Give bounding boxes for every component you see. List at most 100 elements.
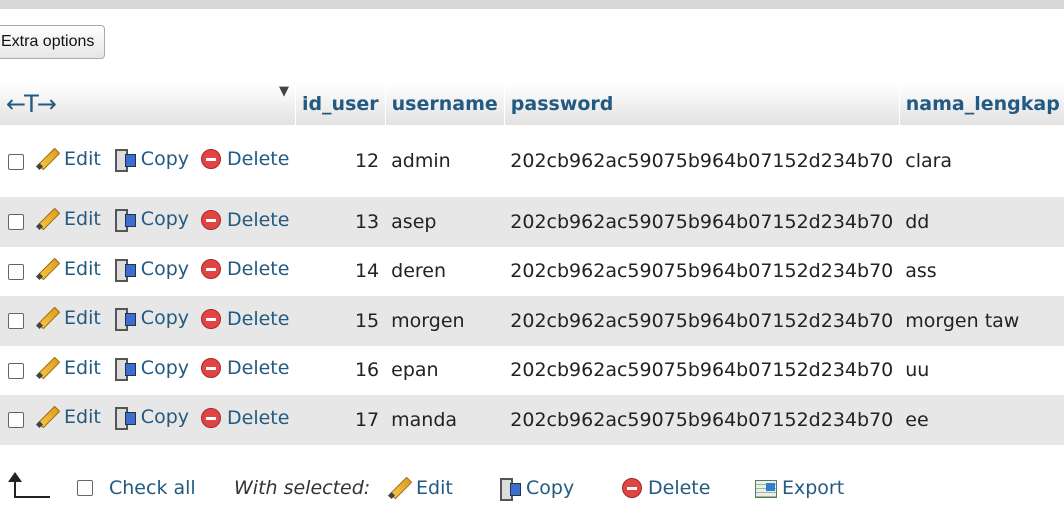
delete-cell: Delete [195, 246, 296, 296]
column-header-username[interactable]: username [385, 83, 505, 125]
bulk-export-button[interactable]: Export [754, 470, 844, 506]
row-checkbox-cell [0, 296, 30, 346]
table-header-row: ←T→ ▼ id_user username password nama_len… [0, 83, 1064, 125]
row-delete-button[interactable]: Delete [201, 308, 289, 330]
row-delete-label: Delete [227, 208, 290, 231]
cell-id-user: 13 [295, 197, 386, 247]
row-edit-button[interactable]: Edit [36, 406, 101, 428]
row-checkbox[interactable] [8, 362, 24, 379]
copy-icon [113, 357, 136, 381]
delete-cell: Delete [195, 395, 296, 445]
row-checkbox[interactable] [8, 263, 24, 280]
row-copy-button[interactable]: Copy [113, 356, 189, 381]
table-body: Edit Copy Delete 12 admin 202cb962ac59075b964… [0, 125, 1064, 445]
row-checkbox[interactable] [8, 153, 24, 170]
copy-icon [113, 307, 136, 332]
row-delete-label: Delete [227, 307, 290, 330]
cell-password: 202cb962ac59075b964b07152d234b70 [504, 125, 900, 197]
row-copy-button[interactable]: Copy [113, 147, 189, 172]
cell-username: manda [385, 395, 505, 445]
edit-cell: Edit [30, 197, 107, 247]
row-edit-button[interactable]: Edit [36, 148, 101, 170]
row-checkbox[interactable] [8, 214, 24, 231]
column-move-header: ←T→ ▼ [0, 83, 296, 125]
row-copy-label: Copy [140, 208, 189, 231]
row-delete-button[interactable]: Delete [201, 148, 289, 170]
row-delete-button[interactable]: Delete [201, 258, 289, 280]
delete-cell: Delete [195, 197, 296, 247]
row-edit-button[interactable]: Edit [36, 208, 101, 230]
cell-username: admin [385, 125, 505, 197]
row-copy-button[interactable]: Copy [113, 406, 189, 431]
pencil-icon [36, 258, 58, 280]
row-checkbox-cell [0, 246, 30, 296]
copy-cell: Copy [106, 395, 195, 445]
column-arrows-icon[interactable]: ←T→ [6, 90, 57, 118]
bulk-edit-button[interactable]: Edit [388, 470, 453, 506]
row-edit-button[interactable]: Edit [36, 307, 101, 329]
row-copy-label: Copy [140, 257, 189, 280]
bulk-copy-button[interactable]: Copy [498, 470, 574, 506]
cell-password: 202cb962ac59075b964b07152d234b70 [504, 395, 900, 445]
with-selected-label: With selected: [234, 477, 371, 499]
copy-cell: Copy [106, 197, 195, 247]
sort-dropdown-icon[interactable]: ▼ [279, 84, 289, 99]
delete-cell: Delete [195, 345, 296, 395]
up-arrow-icon [4, 470, 50, 506]
cell-nama-lengkap: ass [899, 246, 1064, 296]
row-checkbox[interactable] [8, 313, 24, 330]
row-edit-label: Edit [64, 257, 101, 280]
row-copy-label: Copy [140, 356, 189, 379]
row-edit-button[interactable]: Edit [36, 357, 101, 379]
row-copy-label: Copy [140, 406, 189, 429]
pencil-icon [36, 148, 58, 170]
extra-options-button[interactable]: Extra options [0, 25, 106, 59]
cell-nama-lengkap: clara [899, 125, 1064, 197]
cell-nama-lengkap: uu [899, 345, 1064, 395]
row-checkbox-cell [0, 197, 30, 247]
copy-cell: Copy [106, 296, 195, 346]
row-edit-label: Edit [64, 307, 101, 330]
table-row: Edit Copy Delete 16 epan 202cb962ac59075b964b… [0, 345, 1064, 395]
row-copy-button[interactable]: Copy [113, 307, 189, 332]
row-checkbox-cell [0, 395, 30, 445]
row-delete-button[interactable]: Delete [201, 209, 289, 231]
row-copy-label: Copy [140, 147, 189, 170]
row-delete-label: Delete [227, 258, 290, 281]
cell-username: epan [385, 345, 505, 395]
row-delete-label: Delete [227, 357, 290, 380]
cell-id-user: 12 [295, 125, 386, 197]
row-copy-button[interactable]: Copy [113, 208, 189, 233]
cell-password: 202cb962ac59075b964b07152d234b70 [504, 197, 900, 247]
table-row: Edit Copy Delete 12 admin 202cb962ac59075b964… [0, 125, 1064, 197]
cell-nama-lengkap: dd [899, 197, 1064, 247]
bulk-delete-button[interactable]: Delete [622, 470, 710, 506]
column-header-id-user[interactable]: id_user [295, 83, 386, 125]
cell-password: 202cb962ac59075b964b07152d234b70 [504, 345, 900, 395]
pencil-icon [36, 307, 58, 329]
row-edit-label: Edit [64, 208, 101, 231]
cell-id-user: 15 [295, 296, 386, 346]
check-all-checkbox[interactable] [77, 480, 93, 496]
row-delete-button[interactable]: Delete [201, 357, 289, 379]
table-row: Edit Copy Delete 13 asep 202cb962ac59075b964b… [0, 197, 1064, 247]
delete-icon [622, 478, 642, 498]
row-checkbox[interactable] [8, 412, 24, 429]
column-header-password[interactable]: password [504, 83, 900, 125]
row-copy-button[interactable]: Copy [113, 257, 189, 282]
column-header-nama-lengkap[interactable]: nama_lengkap [899, 83, 1064, 125]
row-edit-button[interactable]: Edit [36, 258, 101, 280]
table-row: Edit Copy Delete 14 deren 202cb962ac59075b964… [0, 246, 1064, 296]
row-checkbox-cell [0, 345, 30, 395]
bulk-edit-label: Edit [416, 477, 453, 499]
delete-cell: Delete [195, 125, 296, 197]
copy-icon [113, 406, 136, 431]
pencil-icon [36, 208, 58, 230]
delete-icon [201, 407, 221, 428]
row-delete-button[interactable]: Delete [201, 407, 289, 429]
copy-icon [113, 208, 136, 233]
copy-cell: Copy [106, 125, 195, 197]
results-table: ←T→ ▼ id_user username password nama_len… [0, 83, 1064, 445]
check-all-link[interactable]: Check all [109, 470, 196, 506]
cell-nama-lengkap: ee [899, 395, 1064, 445]
